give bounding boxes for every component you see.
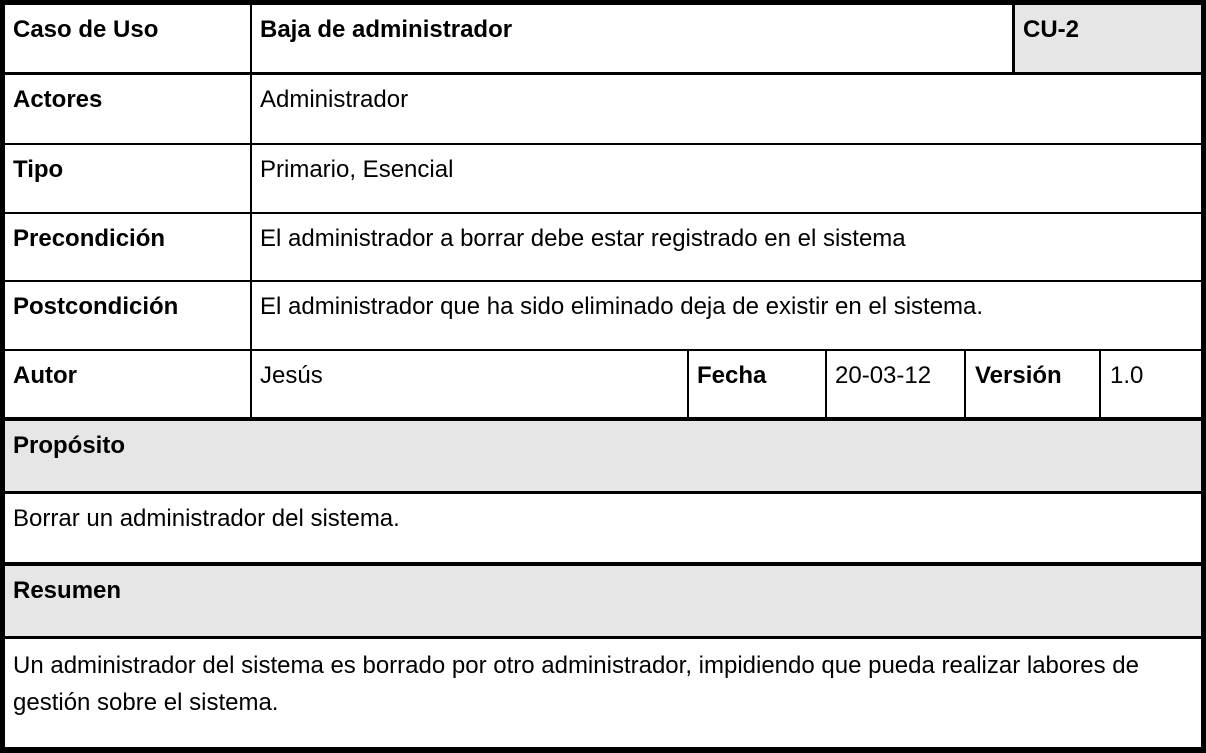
divider [250,145,252,212]
summary-text-row: Un administrador del sistema es borrado … [5,639,1201,747]
postcondition-label: Postcondición [13,293,179,320]
border-left [0,0,5,753]
use-case-table: Caso de Uso Baja de administrador CU-2 A… [0,0,1206,753]
type-row: Tipo Primario, Esencial [5,145,1201,212]
precondition-label: Precondición [13,225,166,252]
version-value: 1.0 [1110,362,1144,389]
purpose-text: Borrar un administrador del sistema. [13,505,400,532]
use-case-label: Caso de Uso [13,16,159,43]
summary-heading-row: Resumen [5,566,1201,636]
divider [687,351,689,417]
rule [5,280,1201,282]
type-value: Primario, Esencial [260,156,454,183]
header-row: Caso de Uso Baja de administrador CU-2 [5,5,1201,73]
actors-row: Actores Administrador [5,75,1201,143]
purpose-text-row: Borrar un administrador del sistema. [5,494,1201,562]
date-label: Fecha [697,362,767,389]
divider [250,282,252,349]
version-label: Versión [975,362,1062,389]
rule [5,562,1201,566]
border-top [0,0,1206,5]
precondition-value: El administrador a borrar debe estar reg… [260,225,906,252]
summary-heading: Resumen [5,566,1201,636]
divider [250,214,252,280]
purpose-heading: Propósito [5,421,1201,491]
actors-label: Actores [13,86,103,113]
purpose-heading-row: Propósito [5,421,1201,491]
type-label: Tipo [13,156,64,183]
divider [1099,351,1101,417]
rule [5,491,1201,494]
summary-text: Un administrador del sistema es borrado … [13,652,1139,716]
divider [964,351,966,417]
rule [5,212,1201,214]
border-bottom [0,747,1206,753]
rule [5,636,1201,639]
divider [250,75,252,143]
meta-row: Autor Jesús Fecha 20-03-12 Versión 1.0 [5,351,1201,417]
divider [825,351,827,417]
rule [5,72,1201,75]
author-value: Jesús [260,362,323,389]
divider [1012,5,1015,73]
precondition-row: Precondición El administrador a borrar d… [5,214,1201,280]
rule [5,143,1201,145]
actors-value: Administrador [260,86,409,113]
use-case-name: Baja de administrador [260,16,513,43]
divider [250,351,252,417]
use-case-code: CU-2 [1015,5,1201,73]
border-right [1201,0,1206,753]
date-value: 20-03-12 [835,362,932,389]
postcondition-value: El administrador que ha sido eliminado d… [260,293,984,320]
divider [250,5,252,73]
author-label: Autor [13,362,77,389]
postcondition-row: Postcondición El administrador que ha si… [5,282,1201,349]
rule [5,349,1201,351]
rule [5,417,1201,421]
